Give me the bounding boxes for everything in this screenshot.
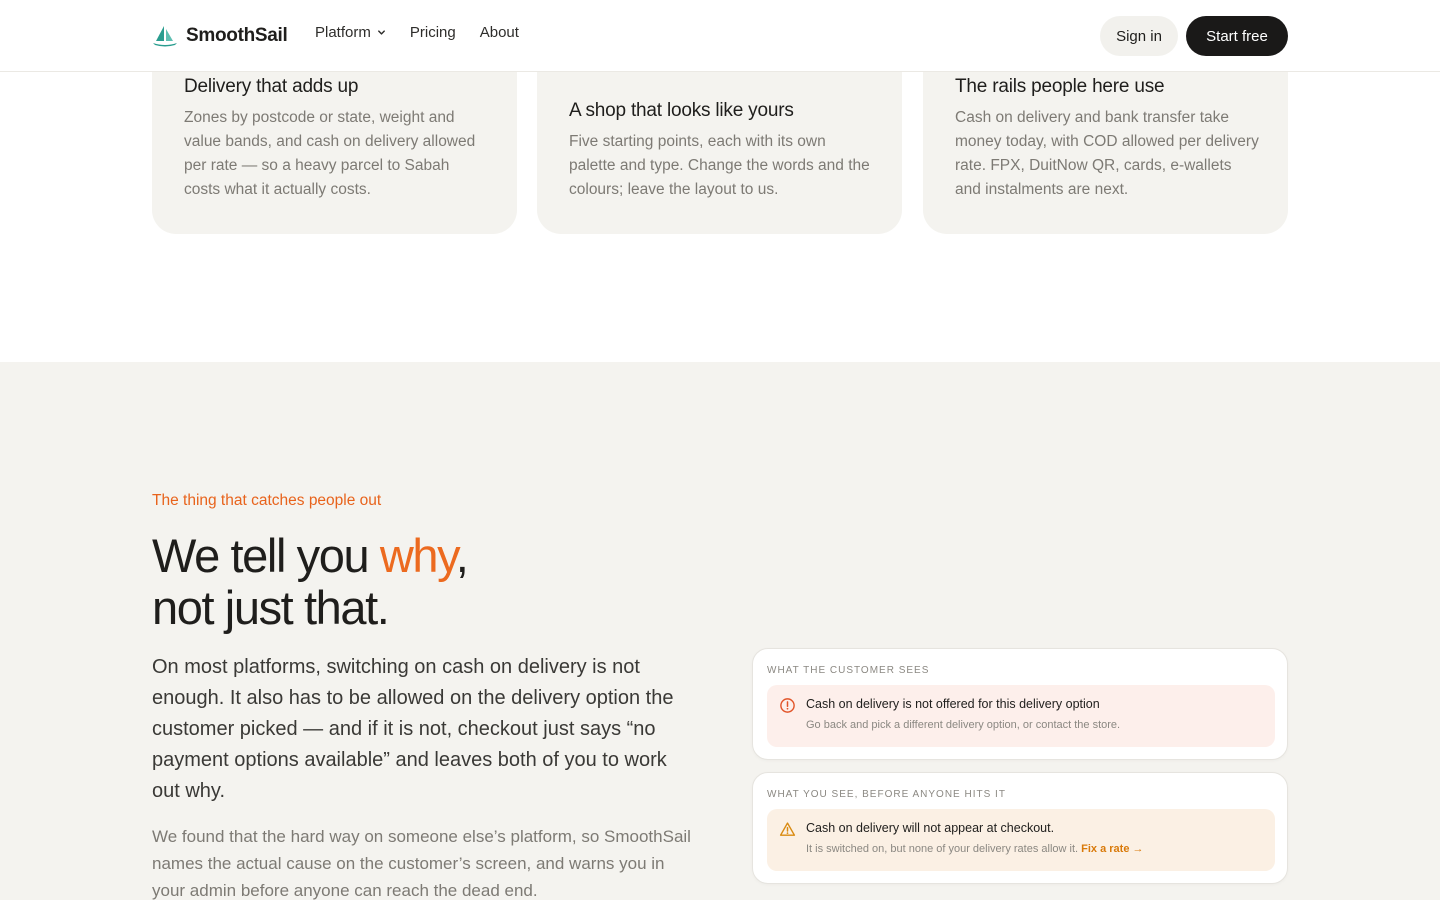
feature-title: Delivery that adds up [184, 76, 359, 97]
feature-title: The rails people here use [955, 76, 1165, 97]
customer-error-alert: Cash on delivery is not offered for this… [767, 685, 1275, 747]
admin-view-panel: What you see, before anyone hits it Cash… [752, 772, 1288, 884]
alert-body: Go back and pick a different delivery op… [806, 719, 1121, 731]
start-free-button[interactable]: Start free [1186, 16, 1288, 56]
feature-body: Cash on delivery and bank transfer take … [955, 109, 1259, 198]
section-eyebrow: The thing that catches people out [152, 492, 382, 509]
admin-warning-alert: Cash on delivery will not appear at chec… [767, 809, 1275, 871]
headline-accent: why [379, 529, 457, 582]
nav-platform-label: Platform [315, 24, 371, 41]
headline-part2: , [455, 529, 469, 582]
sign-in-button[interactable]: Sign in [1100, 16, 1178, 56]
main-nav: Platform Pricing About [315, 24, 519, 41]
nav-about[interactable]: About [480, 24, 519, 41]
alert-body: It is switched on, but none of your deli… [806, 843, 1144, 855]
panel-label: What the customer sees [767, 665, 930, 676]
warning-triangle-icon [779, 822, 796, 836]
alert-title: Cash on delivery is not offered for this… [806, 697, 1100, 711]
chevron-down-icon [377, 30, 385, 35]
panel-label: What you see, before anyone hits it [767, 789, 1006, 800]
brand-name: SmoothSail [186, 25, 288, 46]
feature-body: Zones by postcode or state, weight and v… [184, 109, 476, 198]
site-header: SmoothSail Platform Pricing About Sign i… [0, 0, 1440, 72]
brand-logo[interactable]: SmoothSail [152, 22, 288, 50]
nav-platform[interactable]: Platform [315, 24, 386, 41]
section-headline: We tell you why, not just that. [152, 529, 469, 634]
sailboat-icon [153, 26, 177, 47]
cod-explainer-section: The thing that catches people out We tel… [0, 362, 1440, 900]
customer-view-panel: What the customer sees Cash on delivery … [752, 648, 1288, 760]
headline-part1: We tell you [152, 529, 380, 582]
fix-rate-link[interactable]: Fix a rate → [1081, 843, 1143, 855]
headline-line2: not just that. [152, 581, 390, 634]
section-subtext: We found that the hard way on someone el… [152, 827, 691, 900]
alert-title: Cash on delivery will not appear at chec… [806, 821, 1055, 835]
alert-body-text: It is switched on, but none of your deli… [806, 843, 1082, 855]
nav-pricing[interactable]: Pricing [410, 24, 456, 41]
feature-body: Five starting points, each with its own … [569, 133, 870, 198]
feature-title: A shop that looks like yours [569, 100, 794, 121]
section-lede: On most platforms, switching on cash on … [152, 656, 674, 802]
alert-circle-icon [780, 698, 795, 713]
